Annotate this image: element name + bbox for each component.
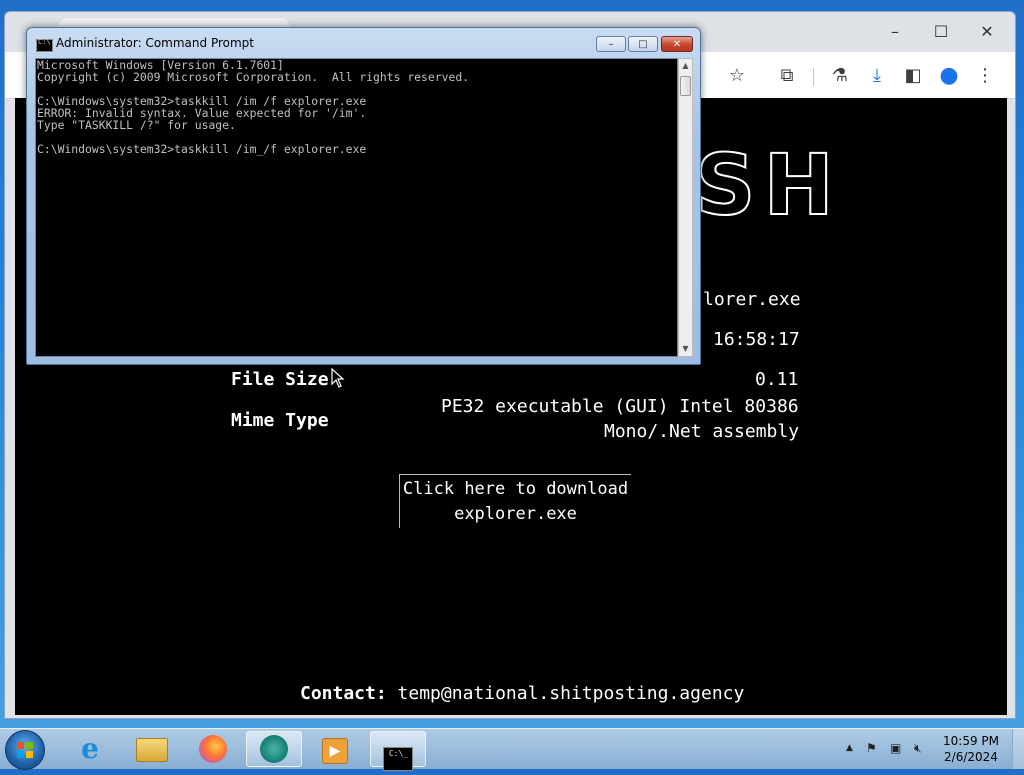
download-line-1: Click here to download	[402, 479, 629, 499]
windows-logo-icon	[17, 742, 33, 758]
cmd-vertical-scrollbar[interactable]: ▲ ▼	[678, 58, 693, 357]
scroll-down-arrow-icon[interactable]: ▼	[679, 342, 692, 356]
taskbar: e ▶ C:\_ ▲ ⚑ ▣ 🔇︎ 10:59 PM 2/6/2024	[0, 728, 1024, 771]
cmd-console-area[interactable]: Microsoft Windows [Version 6.1.7601] Cop…	[35, 58, 678, 357]
download-button[interactable]: Click here to download explorer.exe	[399, 474, 631, 528]
taskbar-command-prompt[interactable]: C:\_	[370, 731, 426, 771]
scroll-up-arrow-icon[interactable]: ▲	[679, 59, 692, 73]
volume-muted-icon[interactable]: 🔇︎	[914, 741, 922, 756]
toolbar-divider	[813, 68, 814, 86]
taskbar-media-player[interactable]: ▶	[307, 731, 363, 767]
cmd-close-button[interactable]: ✕	[661, 36, 693, 52]
mime-type-value: PE32 executable (GUI) Intel 80386	[441, 396, 799, 417]
cmd-window-icon: C:\	[36, 38, 53, 52]
profile-avatar-icon[interactable]: ●	[935, 62, 963, 90]
mouse-pointer-icon	[331, 368, 345, 388]
command-prompt-icon: C:\_	[383, 747, 413, 771]
start-button[interactable]	[5, 730, 45, 770]
file-time-value: 16:58:17	[713, 329, 800, 350]
download-line-2: explorer.exe	[454, 504, 577, 524]
mime-type-label: Mime Type	[231, 410, 329, 431]
media-player-icon: ▶	[322, 738, 348, 764]
scroll-thumb[interactable]	[680, 76, 691, 96]
taskbar-firefox[interactable]	[185, 731, 241, 767]
cmd-minimize-button[interactable]: –	[596, 36, 626, 52]
mime-type-detail: Mono/.Net assembly	[604, 421, 800, 442]
download-icon[interactable]: ⤓	[863, 62, 891, 90]
extensions-icon[interactable]: ⧉	[773, 62, 801, 90]
taskbar-chrome[interactable]	[246, 731, 302, 767]
side-panel-icon[interactable]: ◧	[899, 62, 927, 90]
browser-menu-icon[interactable]: ⋮	[971, 62, 999, 90]
folder-icon	[136, 738, 168, 762]
browser-minimize-button[interactable]: –	[879, 22, 911, 42]
browser-close-button[interactable]: ✕	[971, 22, 1003, 42]
clock-date: 2/6/2024	[944, 750, 998, 764]
cmd-window-title: Administrator: Command Prompt	[56, 36, 254, 50]
file-size-value: 0.11	[755, 369, 799, 390]
firefox-icon	[199, 735, 227, 763]
file-size-label: File Size	[231, 369, 329, 390]
contact-email[interactable]: temp@national.shitposting.agency	[398, 683, 745, 704]
cmd-maximize-button[interactable]: □	[628, 36, 658, 52]
clock-time: 10:59 PM	[943, 734, 999, 748]
labs-flask-icon[interactable]: ⚗	[826, 62, 854, 90]
file-name-value: lorer.exe	[703, 289, 801, 310]
taskbar-clock[interactable]: 10:59 PM 2/6/2024	[938, 733, 1004, 765]
internet-explorer-icon: e	[81, 732, 99, 765]
show-desktop-button[interactable]	[1012, 729, 1024, 769]
show-hidden-icons-arrow-icon[interactable]: ▲	[846, 743, 853, 753]
contact-line: Contact: temp@national.shitposting.agenc…	[300, 683, 744, 704]
cmd-console-text: Microsoft Windows [Version 6.1.7601] Cop…	[37, 58, 470, 156]
taskbar-file-explorer[interactable]	[124, 731, 180, 767]
network-icon[interactable]: ▣	[890, 741, 901, 755]
taskbar-internet-explorer[interactable]: e	[62, 731, 118, 767]
bookmark-star-icon[interactable]: ☆	[723, 62, 751, 90]
contact-label: Contact:	[300, 683, 387, 704]
command-prompt-window[interactable]: C:\ Administrator: Command Prompt – □ ✕ …	[26, 27, 701, 365]
browser-maximize-button[interactable]: ☐	[925, 22, 957, 42]
action-center-flag-icon[interactable]: ⚑	[866, 741, 877, 755]
chrome-icon	[260, 735, 288, 763]
ascii-banner-title: SH	[694, 136, 842, 234]
